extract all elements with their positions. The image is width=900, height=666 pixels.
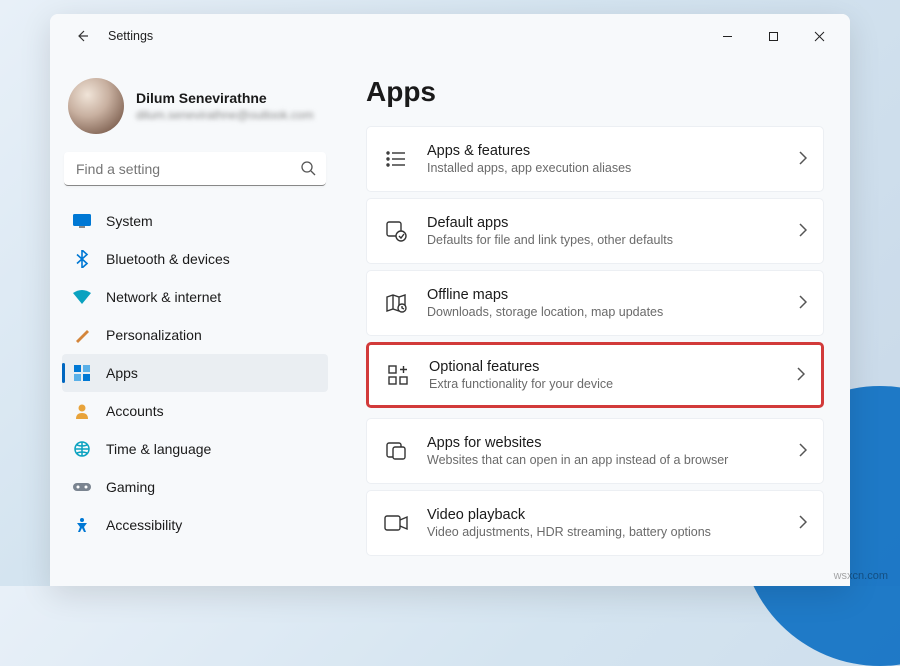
main-content: Apps Apps & features Installed apps, app… (340, 58, 850, 586)
sidebar-item-network[interactable]: Network & internet (62, 278, 328, 316)
search-input[interactable] (64, 152, 326, 186)
card-desc: Websites that can open in an app instead… (427, 453, 781, 467)
sidebar-item-accessibility[interactable]: Accessibility (62, 506, 328, 544)
maximize-button[interactable] (750, 20, 796, 52)
sidebar-item-label: Time & language (106, 441, 211, 457)
close-button[interactable] (796, 20, 842, 52)
card-offline-maps[interactable]: Offline maps Downloads, storage location… (366, 270, 824, 336)
chevron-right-icon (797, 367, 805, 384)
page-title: Apps (366, 76, 824, 108)
person-icon (72, 401, 92, 421)
minimize-icon (722, 31, 733, 42)
card-apps-features[interactable]: Apps & features Installed apps, app exec… (366, 126, 824, 192)
minimize-button[interactable] (704, 20, 750, 52)
user-name: Dilum Senevirathne (136, 90, 314, 106)
card-desc: Extra functionality for your device (429, 377, 779, 391)
watermark: wsxcn.com (834, 570, 888, 582)
chevron-right-icon (799, 515, 807, 532)
sidebar-item-label: Gaming (106, 479, 155, 495)
sidebar-item-time[interactable]: Time & language (62, 430, 328, 468)
close-icon (814, 31, 825, 42)
window-title: Settings (108, 29, 153, 43)
video-icon (383, 510, 409, 536)
card-default-apps[interactable]: Default apps Defaults for file and link … (366, 198, 824, 264)
grid-plus-icon (385, 362, 411, 388)
wifi-icon (72, 287, 92, 307)
sidebar-item-label: Apps (106, 365, 138, 381)
sidebar-item-bluetooth[interactable]: Bluetooth & devices (62, 240, 328, 278)
card-title: Default apps (427, 215, 781, 231)
user-email: dilum.senevirathne@outlook.com (136, 108, 314, 122)
display-icon (72, 211, 92, 231)
card-desc: Video adjustments, HDR streaming, batter… (427, 525, 781, 539)
titlebar: Settings (50, 14, 850, 58)
bluetooth-icon (72, 249, 92, 269)
sidebar: Dilum Senevirathne dilum.senevirathne@ou… (50, 58, 340, 586)
card-apps-for-websites[interactable]: Apps for websites Websites that can open… (366, 418, 824, 484)
nav-list: System Bluetooth & devices Network & int… (62, 202, 328, 544)
link-app-icon (383, 438, 409, 464)
sidebar-item-apps[interactable]: Apps (62, 354, 328, 392)
card-desc: Installed apps, app execution aliases (427, 161, 781, 175)
chevron-right-icon (799, 223, 807, 240)
back-button[interactable] (68, 22, 96, 50)
card-video-playback[interactable]: Video playback Video adjustments, HDR st… (366, 490, 824, 556)
card-desc: Downloads, storage location, map updates (427, 305, 781, 319)
card-title: Optional features (429, 359, 779, 375)
settings-window: Settings Dilum Senevirathne dilum.senevi… (50, 14, 850, 586)
brush-icon (72, 325, 92, 345)
chevron-right-icon (799, 295, 807, 312)
list-icon (383, 146, 409, 172)
sidebar-item-label: Network & internet (106, 289, 221, 305)
sidebar-item-gaming[interactable]: Gaming (62, 468, 328, 506)
default-apps-icon (383, 218, 409, 244)
sidebar-item-system[interactable]: System (62, 202, 328, 240)
sidebar-item-label: Personalization (106, 327, 202, 343)
card-title: Apps for websites (427, 435, 781, 451)
maximize-icon (768, 31, 779, 42)
card-desc: Defaults for file and link types, other … (427, 233, 781, 247)
card-optional-features[interactable]: Optional features Extra functionality fo… (366, 342, 824, 408)
gaming-icon (72, 477, 92, 497)
user-profile[interactable]: Dilum Senevirathne dilum.senevirathne@ou… (62, 72, 328, 152)
arrow-left-icon (74, 28, 90, 44)
sidebar-item-label: Accounts (106, 403, 164, 419)
sidebar-item-label: System (106, 213, 153, 229)
apps-icon (72, 363, 92, 383)
avatar (68, 78, 124, 134)
search-container (64, 152, 326, 186)
sidebar-item-label: Bluetooth & devices (106, 251, 230, 267)
chevron-right-icon (799, 151, 807, 168)
sidebar-item-personalization[interactable]: Personalization (62, 316, 328, 354)
map-icon (383, 290, 409, 316)
search-icon (300, 160, 316, 179)
accessibility-icon (72, 515, 92, 535)
card-title: Offline maps (427, 287, 781, 303)
card-title: Video playback (427, 507, 781, 523)
sidebar-item-label: Accessibility (106, 517, 182, 533)
sidebar-item-accounts[interactable]: Accounts (62, 392, 328, 430)
chevron-right-icon (799, 443, 807, 460)
card-title: Apps & features (427, 143, 781, 159)
globe-clock-icon (72, 439, 92, 459)
